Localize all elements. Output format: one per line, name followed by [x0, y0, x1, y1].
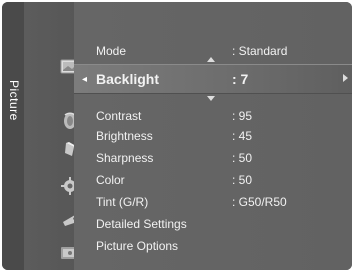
brightness-label: Brightness — [96, 129, 153, 143]
category-tab-label: Picture — [7, 80, 21, 121]
selected-bullet-icon: ◂ — [82, 74, 88, 85]
backlight-value: : 7 — [232, 71, 249, 87]
menu-item-brightness[interactable]: Brightness : 45 — [74, 125, 352, 147]
category-icon-column — [24, 2, 80, 270]
mode-label: Mode — [96, 44, 127, 58]
tint-label: Tint (G/R) — [96, 195, 149, 209]
right-arrow-icon[interactable] — [343, 74, 348, 82]
picture-options-label: Picture Options — [96, 239, 179, 253]
brightness-value: : 45 — [232, 129, 253, 143]
sharpness-value: : 50 — [232, 151, 253, 165]
tv-menu-frame: Picture Mode: Standard ◂ Backlight: 7 … — [2, 2, 352, 270]
color-label: Color — [96, 173, 125, 187]
menu-item-picture-options[interactable]: Picture Options — [74, 235, 352, 257]
contrast-value: : 95 — [232, 109, 253, 123]
menu-item-contrast[interactable]: Contrast : 95 — [74, 105, 352, 127]
menu-panel: Picture Mode: Standard ◂ Backlight: 7 … — [2, 2, 352, 270]
detailed-settings-label: Detailed Settings — [96, 217, 187, 231]
menu-item-detailed-settings[interactable]: Detailed Settings — [74, 213, 352, 235]
contrast-label: Contrast — [96, 109, 142, 123]
menu-item-backlight[interactable]: ◂ Backlight : 7 — [74, 64, 352, 94]
tint-value: : G50/R50 — [232, 195, 287, 209]
menu-item-tint[interactable]: Tint (G/R) : G50/R50 — [74, 191, 352, 213]
backlight-label: Backlight — [96, 71, 160, 87]
color-value: : 50 — [232, 173, 253, 187]
sharpness-label: Sharpness — [96, 151, 154, 165]
scroll-down-arrow-icon[interactable] — [207, 96, 215, 101]
category-tab: Picture — [2, 2, 24, 270]
mode-value: : Standard — [232, 44, 288, 58]
picture-menu-list: Mode : Standard ◂ Backlight : 7 Contrast… — [74, 2, 352, 270]
menu-item-sharpness[interactable]: Sharpness : 50 — [74, 147, 352, 169]
scroll-up-arrow-icon[interactable] — [207, 57, 215, 62]
menu-item-color[interactable]: Color : 50 — [74, 169, 352, 191]
